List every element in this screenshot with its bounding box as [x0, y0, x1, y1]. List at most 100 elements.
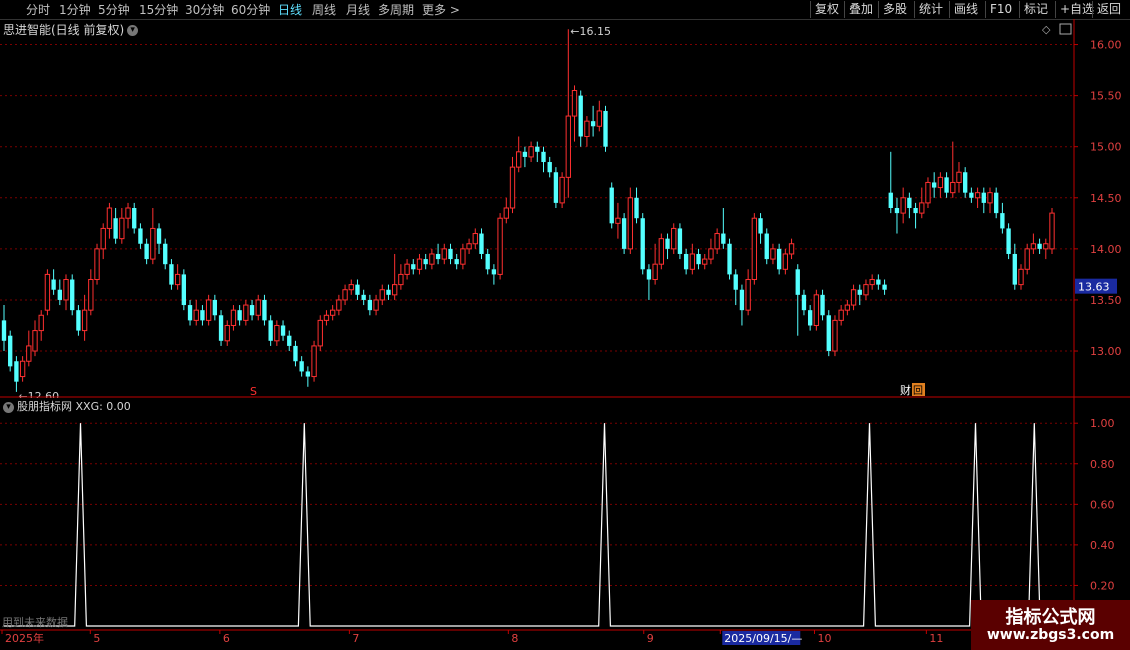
candle-body [106, 207, 113, 229]
candle-body [813, 294, 820, 326]
candle-body [348, 284, 354, 291]
candle-body [1, 320, 7, 341]
y-tick-label: 13.50 [1090, 294, 1122, 307]
candle-body [850, 289, 857, 306]
candle-body [150, 227, 156, 260]
candle-body [57, 289, 62, 300]
toolbar-button[interactable]: 返回 [1092, 1, 1125, 18]
candle-body [665, 238, 670, 249]
candle-body [8, 335, 13, 367]
candle-body [329, 309, 336, 316]
x-tick-label: 11 [929, 632, 943, 645]
candle-body [497, 217, 503, 275]
toolbar-button[interactable]: 标记 [1019, 1, 1052, 18]
candle-body [739, 289, 745, 311]
period-tab[interactable]: 1分钟 [59, 1, 91, 18]
finance-marker[interactable]: 财 [900, 383, 911, 397]
candle-body [32, 330, 38, 352]
candle-body [132, 208, 137, 229]
candle-body [342, 289, 348, 301]
candle-body [832, 319, 838, 352]
toolbar-button[interactable]: 叠加 [844, 1, 877, 18]
candle-body [535, 146, 540, 152]
candle-body [88, 279, 94, 311]
y-tick-label: 13.00 [1090, 345, 1122, 358]
candle-body [70, 279, 75, 311]
candle-body [869, 279, 875, 286]
candle-body [205, 299, 212, 321]
candle-body [404, 263, 410, 275]
candle-body [956, 171, 962, 183]
x-tick-label: 9 [647, 632, 654, 645]
candle-body [596, 110, 602, 127]
candle-body [429, 253, 435, 265]
candle-body [19, 360, 26, 378]
candle-body [634, 197, 639, 219]
candle-body [528, 146, 534, 158]
candle-body [571, 90, 578, 117]
x-tick-label: 8 [511, 632, 518, 645]
period-tab[interactable]: 分时 [26, 1, 50, 18]
candle-body [844, 304, 851, 311]
candle-body [981, 192, 986, 203]
period-tab[interactable]: 60分钟 [231, 1, 270, 18]
candle-body [398, 273, 404, 286]
period-tab[interactable]: 30分钟 [185, 1, 224, 18]
candle-body [100, 227, 106, 250]
candle-body [200, 310, 205, 321]
candle-body [876, 279, 881, 285]
toolbar-button[interactable]: 多股 [878, 1, 911, 18]
diamond-icon[interactable]: ◇ [1042, 23, 1051, 36]
candle-body [224, 324, 230, 342]
candle-body [336, 299, 342, 311]
candle-body [144, 243, 149, 260]
toolbar-button[interactable]: 统计 [914, 1, 947, 18]
candle-body [702, 258, 708, 265]
candle-body [485, 253, 490, 270]
candle-body [727, 243, 732, 275]
candle-body [81, 309, 88, 332]
candle-body [714, 233, 720, 250]
candle-body [565, 115, 571, 178]
period-tab[interactable]: 日线 [278, 1, 302, 18]
y-tick-label: 14.50 [1090, 192, 1122, 205]
indicator-chart[interactable]: 0.20 0.40 0.60 0.80 1.00 2025年 5 6 7 8 9 2025/09/15… [0, 397, 1130, 650]
candle-body [888, 192, 893, 208]
period-tab[interactable]: 5分钟 [98, 1, 130, 18]
brand-name: 指标公式网 [1005, 607, 1096, 628]
candle-body [280, 325, 286, 336]
candle-body [287, 335, 292, 346]
candle-body [119, 217, 125, 240]
candle-body [913, 208, 918, 214]
candle-body [764, 233, 769, 260]
period-tab[interactable]: 多周期 [378, 1, 414, 18]
candle-body [751, 217, 758, 281]
candle-body [1030, 243, 1037, 250]
period-tab[interactable]: 15分钟 [139, 1, 178, 18]
toolbar-button[interactable]: 复权 [810, 1, 843, 18]
candle-body [1000, 213, 1005, 229]
candle-body [503, 207, 509, 219]
candle-body [230, 309, 237, 326]
candle-body [857, 289, 862, 295]
period-tab[interactable]: 更多 > [422, 1, 460, 18]
x-tick-label: 10 [817, 632, 831, 645]
candle-body [299, 361, 304, 372]
candle-body [268, 320, 273, 341]
candle-body [646, 269, 652, 280]
period-tab[interactable]: 月线 [346, 1, 370, 18]
period-toolbar: 分时 1分钟 5分钟 15分钟 30分钟 60分钟 日线 周线 月线 多周期 更多 > 复权 叠加 多股统… [0, 0, 1130, 20]
candle-body [423, 259, 428, 265]
candle-body [609, 187, 614, 224]
candle-body [553, 172, 559, 203]
toolbar-button[interactable]: 画线 [949, 1, 982, 18]
candle-body [627, 197, 633, 250]
candle-body [795, 269, 800, 295]
panel-toggle-icon[interactable] [1059, 23, 1072, 35]
toolbar-button[interactable]: F10 [985, 1, 1016, 18]
candle-body [63, 279, 69, 301]
period-tab[interactable]: 周线 [312, 1, 336, 18]
current-price-label: 13.63 [1078, 281, 1110, 294]
candle-body [919, 202, 925, 214]
candlestick-chart[interactable]: 13.00 13.50 14.00 14.50 15.00 15.50 16.00 ←16.1… [0, 19, 1130, 398]
